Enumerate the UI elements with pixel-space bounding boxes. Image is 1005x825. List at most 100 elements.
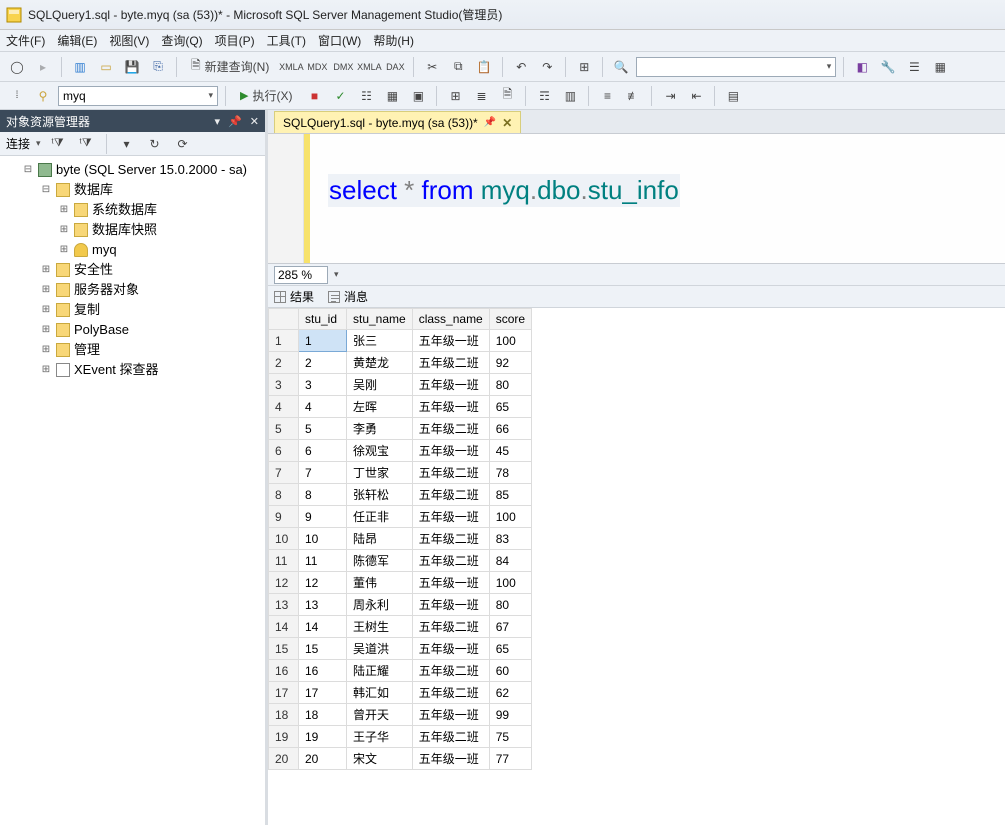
results-file-icon[interactable]: 🗎 bbox=[496, 85, 518, 107]
save-icon[interactable]: 💾 bbox=[121, 56, 143, 78]
sql-editor[interactable]: select * from myq.dbo.stu_info bbox=[310, 134, 1005, 263]
cell-class_name[interactable]: 五年级二班 bbox=[412, 726, 489, 748]
cell-class_name[interactable]: 五年级二班 bbox=[412, 616, 489, 638]
filter3-icon[interactable]: ▾ bbox=[116, 133, 138, 155]
row-number[interactable]: 14 bbox=[269, 616, 299, 638]
tree-polybase[interactable]: ⊞PolyBase bbox=[40, 320, 261, 340]
row-number[interactable]: 10 bbox=[269, 528, 299, 550]
pin-icon[interactable]: 📌 bbox=[228, 115, 242, 128]
cell-class_name[interactable]: 五年级一班 bbox=[412, 506, 489, 528]
cell-stu_id[interactable]: 4 bbox=[299, 396, 347, 418]
cell-class_name[interactable]: 五年级二班 bbox=[412, 660, 489, 682]
undo-icon[interactable]: ↶ bbox=[510, 56, 532, 78]
cell-stu_name[interactable]: 张三 bbox=[347, 330, 413, 352]
cell-score[interactable]: 84 bbox=[489, 550, 531, 572]
results-text-icon[interactable]: ≣ bbox=[470, 85, 492, 107]
table-row[interactable]: 1111陈德军五年级二班84 bbox=[269, 550, 532, 572]
object-tree[interactable]: ⊟byte (SQL Server 15.0.2000 - sa) ⊟数据库 ⊞… bbox=[0, 156, 265, 825]
row-number[interactable]: 18 bbox=[269, 704, 299, 726]
cell-stu_name[interactable]: 吴道洪 bbox=[347, 638, 413, 660]
cell-stu_name[interactable]: 徐观宝 bbox=[347, 440, 413, 462]
menu-query[interactable]: 查询(Q) bbox=[161, 32, 202, 49]
cell-class_name[interactable]: 五年级二班 bbox=[412, 682, 489, 704]
cell-stu_id[interactable]: 10 bbox=[299, 528, 347, 550]
doc-tab[interactable]: SQLQuery1.sql - byte.myq (sa (53))* 📌 ✕ bbox=[274, 111, 521, 133]
comment-icon[interactable]: ≡ bbox=[596, 85, 618, 107]
zoom-input[interactable] bbox=[274, 266, 328, 284]
indent-icon[interactable]: ⇥ bbox=[659, 85, 681, 107]
find-icon[interactable]: 🔍 bbox=[610, 56, 632, 78]
table-row[interactable]: 1515吴道洪五年级一班65 bbox=[269, 638, 532, 660]
tree-server[interactable]: ⊟byte (SQL Server 15.0.2000 - sa) bbox=[22, 160, 261, 180]
cell-stu_id[interactable]: 15 bbox=[299, 638, 347, 660]
cell-stu_name[interactable]: 陈德军 bbox=[347, 550, 413, 572]
table-row[interactable]: 77丁世家五年级二班78 bbox=[269, 462, 532, 484]
cell-stu_id[interactable]: 13 bbox=[299, 594, 347, 616]
table-row[interactable]: 22黄楚龙五年级二班92 bbox=[269, 352, 532, 374]
cell-stu_id[interactable]: 16 bbox=[299, 660, 347, 682]
col-score[interactable]: score bbox=[489, 309, 531, 330]
cell-stu_name[interactable]: 王子华 bbox=[347, 726, 413, 748]
cell-class_name[interactable]: 五年级一班 bbox=[412, 374, 489, 396]
cell-stu_id[interactable]: 2 bbox=[299, 352, 347, 374]
connect-label[interactable]: 连接 bbox=[6, 135, 30, 152]
table-row[interactable]: 99任正非五年级一班100 bbox=[269, 506, 532, 528]
wrench-icon[interactable]: 🔧 bbox=[877, 56, 899, 78]
col-stu_id[interactable]: stu_id bbox=[299, 309, 347, 330]
pin-tab-icon[interactable]: 📌 bbox=[484, 117, 496, 128]
cell-score[interactable]: 100 bbox=[489, 506, 531, 528]
cell-stu_name[interactable]: 曾开天 bbox=[347, 704, 413, 726]
cell-stu_name[interactable]: 丁世家 bbox=[347, 462, 413, 484]
include-plan-icon[interactable]: ☶ bbox=[533, 85, 555, 107]
cell-score[interactable]: 100 bbox=[489, 330, 531, 352]
cell-stu_name[interactable]: 左晖 bbox=[347, 396, 413, 418]
copy-icon[interactable]: ⧉ bbox=[447, 56, 469, 78]
table-row[interactable]: 1010陆昂五年级二班83 bbox=[269, 528, 532, 550]
table-row[interactable]: 1919王子华五年级二班75 bbox=[269, 726, 532, 748]
cell-stu_name[interactable]: 董伟 bbox=[347, 572, 413, 594]
cell-class_name[interactable]: 五年级二班 bbox=[412, 528, 489, 550]
table-row[interactable]: 1616陆正耀五年级二班60 bbox=[269, 660, 532, 682]
tree-security[interactable]: ⊞安全性 bbox=[40, 260, 261, 280]
cell-score[interactable]: 92 bbox=[489, 352, 531, 374]
cell-class_name[interactable]: 五年级一班 bbox=[412, 748, 489, 770]
db-icon[interactable]: ⁞ bbox=[6, 85, 28, 107]
zoom-dropdown-icon[interactable]: ▾ bbox=[334, 269, 339, 280]
menu-view[interactable]: 视图(V) bbox=[109, 32, 149, 49]
row-number[interactable]: 2 bbox=[269, 352, 299, 374]
menu-window[interactable]: 窗口(W) bbox=[318, 32, 361, 49]
reg-servers-icon[interactable]: ☰ bbox=[903, 56, 925, 78]
cell-score[interactable]: 80 bbox=[489, 594, 531, 616]
cell-score[interactable]: 66 bbox=[489, 418, 531, 440]
tree-xevent[interactable]: ⊞XEvent 探查器 bbox=[40, 360, 261, 380]
template-icon[interactable]: ▦ bbox=[929, 56, 951, 78]
cell-stu_name[interactable]: 吴刚 bbox=[347, 374, 413, 396]
row-number[interactable]: 15 bbox=[269, 638, 299, 660]
row-number[interactable]: 6 bbox=[269, 440, 299, 462]
row-number[interactable]: 7 bbox=[269, 462, 299, 484]
cell-class_name[interactable]: 五年级一班 bbox=[412, 638, 489, 660]
table-row[interactable]: 1313周永利五年级一班80 bbox=[269, 594, 532, 616]
stop-icon[interactable]: ■ bbox=[303, 85, 325, 107]
tree-snapshot[interactable]: ⊞数据库快照 bbox=[58, 220, 261, 240]
menu-help[interactable]: 帮助(H) bbox=[373, 32, 414, 49]
cell-stu_id[interactable]: 1 bbox=[299, 330, 347, 352]
liveplan-icon[interactable]: ▣ bbox=[407, 85, 429, 107]
tab-messages[interactable]: 消息 bbox=[328, 288, 368, 305]
cell-stu_name[interactable]: 王树生 bbox=[347, 616, 413, 638]
mdx-icon[interactable]: MDX bbox=[306, 56, 328, 78]
outdent-icon[interactable]: ⇤ bbox=[685, 85, 707, 107]
connect-icon[interactable]: ⚲ bbox=[32, 85, 54, 107]
cell-score[interactable]: 83 bbox=[489, 528, 531, 550]
table-row[interactable]: 33吴刚五年级一班80 bbox=[269, 374, 532, 396]
nav-back-icon[interactable]: ◯ bbox=[6, 56, 28, 78]
close-tab-icon[interactable]: ✕ bbox=[502, 116, 512, 130]
table-row[interactable]: 88张轩松五年级二班85 bbox=[269, 484, 532, 506]
table-row[interactable]: 1717韩汇如五年级二班62 bbox=[269, 682, 532, 704]
new-icon[interactable]: ▥ bbox=[69, 56, 91, 78]
cell-score[interactable]: 78 bbox=[489, 462, 531, 484]
table-row[interactable]: 1818曾开天五年级一班99 bbox=[269, 704, 532, 726]
xmla2-icon[interactable]: XMLA bbox=[358, 56, 380, 78]
row-number[interactable]: 4 bbox=[269, 396, 299, 418]
cell-stu_id[interactable]: 12 bbox=[299, 572, 347, 594]
